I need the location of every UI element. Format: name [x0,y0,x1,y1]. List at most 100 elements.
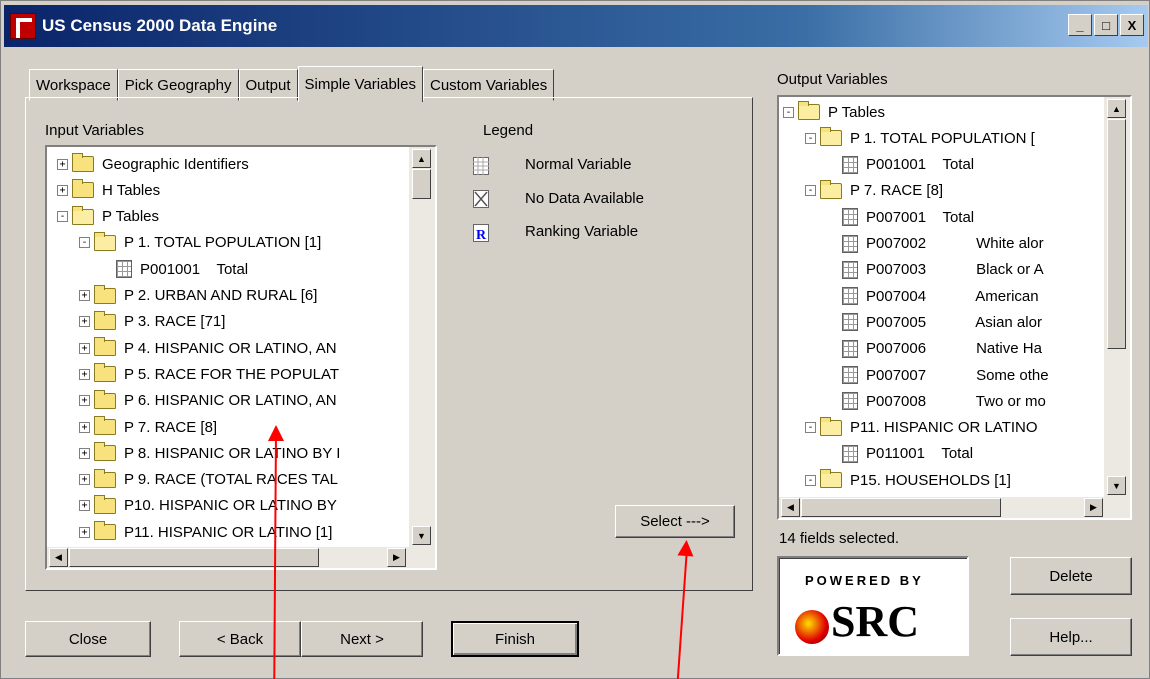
select-button[interactable]: Select ---> [615,505,735,538]
output-variables-tree[interactable]: -P Tables - P 1. TOTAL POPULATION [P001001… [777,95,1132,520]
tree-node-label: P 3. RACE [71] [124,313,226,331]
tree-node[interactable]: - P 7. RACE [8] [805,178,943,204]
tree-node[interactable]: + P 2. URBAN AND RURAL [6] [79,283,317,309]
tree-node[interactable]: P007006 Native Ha [827,336,1042,362]
tree-node[interactable]: P007005 Asian alor [827,309,1042,335]
normal-variable-icon [473,157,489,175]
tree-node[interactable]: - P Tables [783,99,885,125]
tree-node[interactable]: + P 5. RACE FOR THE POPULAT [79,361,339,387]
help-button[interactable]: Help... [1010,618,1132,656]
tree-node[interactable]: - P 1. TOTAL POPULATION [1] [79,230,321,256]
scroll-right-icon[interactable]: ▶ [387,548,406,567]
tree-node[interactable]: + P 3. RACE [71] [79,309,225,335]
ranking-variable-icon: R [473,224,489,242]
expand-icon[interactable]: + [79,526,90,538]
maximize-button[interactable]: □ [1094,14,1118,36]
tree-node[interactable]: + H Tables [57,177,160,203]
tree-node-label: P15. HOUSEHOLDS [1] [850,471,1011,489]
scroll-up-icon[interactable]: ▲ [1107,99,1126,118]
tree-node-label: P007002 White alor [866,235,1044,252]
tree-node[interactable]: P007008 Two or mo [827,388,1046,414]
svg-text:R: R [476,228,487,242]
finish-button[interactable]: Finish [451,621,579,657]
tree-node-label: P Tables [828,103,885,121]
tree-node-label: P 1. TOTAL POPULATION [ [850,129,1035,147]
legend-normal-label: Normal Variable [525,156,632,173]
tree-node[interactable]: + P 9. RACE (TOTAL RACES TAL [79,467,338,493]
tree-node[interactable]: P011001 Total [827,441,973,467]
collapse-icon[interactable]: - [783,106,794,118]
h-scroll-thumb[interactable] [69,548,319,567]
expand-icon[interactable]: + [79,290,90,301]
collapse-icon[interactable]: - [805,474,816,486]
collapse-icon[interactable]: - [805,132,816,144]
scroll-thumb[interactable] [1107,119,1126,349]
tree-node[interactable]: - P15. HOUSEHOLDS [1] [805,467,1011,493]
back-button[interactable]: < Back [179,621,301,657]
tree-node[interactable]: P001001 Total [101,256,248,282]
output-vertical-scrollbar[interactable]: ▲ ▼ [1104,97,1130,497]
collapse-icon[interactable]: - [79,237,90,249]
tree-node[interactable]: + P11. HISPANIC OR LATINO [1] [79,519,332,545]
expand-icon[interactable]: + [79,421,90,433]
expand-icon[interactable]: + [79,342,90,354]
arrowhead-icon [677,539,695,557]
scroll-left-icon[interactable]: ◀ [49,548,68,567]
close-window-button[interactable]: X [1120,14,1144,36]
tree-node[interactable]: + Geographic Identifiers [57,151,249,177]
tree-node-label: P007005 Asian alor [866,313,1042,331]
close-button[interactable]: Close [25,621,151,657]
tree-node[interactable]: + P10. HISPANIC OR LATINO BY [79,493,337,519]
app-icon [10,13,36,39]
scroll-up-icon[interactable]: ▲ [412,149,431,168]
powered-by-text: POWERED BY [805,573,924,588]
input-vertical-scrollbar[interactable]: ▲ ▼ [409,147,435,547]
scroll-thumb[interactable] [412,169,431,199]
output-horizontal-scrollbar[interactable]: ◀ ▶ [779,497,1130,518]
tree-node[interactable]: - P 1. TOTAL POPULATION [ [805,125,1035,151]
collapse-icon[interactable]: - [805,185,816,197]
expand-icon[interactable]: + [57,184,68,196]
src-brand-text: SRC [831,597,920,646]
tree-node[interactable]: P007001 Total [827,204,974,230]
scroll-left-icon[interactable]: ◀ [781,498,800,517]
expand-icon[interactable]: + [79,316,90,328]
delete-button[interactable]: Delete [1010,557,1132,595]
expand-icon[interactable]: + [79,447,90,459]
tree-node-label: P011001 Total [866,445,974,463]
tree-node-label: P007001 Total [866,208,975,226]
minimize-button[interactable]: _ [1068,14,1092,36]
collapse-icon[interactable]: - [57,211,68,223]
expand-icon[interactable]: + [79,368,90,380]
tree-node[interactable]: - P11. HISPANIC OR LATINO [805,415,1038,441]
tree-node[interactable]: P007003 Black or A [827,257,1044,283]
next-button[interactable]: Next > [301,621,423,657]
scroll-down-icon[interactable]: ▼ [412,526,431,545]
scroll-right-icon[interactable]: ▶ [1084,498,1103,517]
collapse-icon[interactable]: - [805,422,816,434]
tree-node[interactable]: + P 6. HISPANIC OR LATINO, AN [79,388,337,414]
tree-node[interactable]: P001001 Total [827,152,974,178]
tree-node[interactable]: P007007 Some othe [827,362,1049,388]
expand-icon[interactable]: + [79,474,90,486]
legend-no-data-label: No Data Available [525,190,644,207]
tree-node[interactable]: + P 7. RACE [8] [79,414,217,440]
variable-icon [842,444,858,463]
tab-simple-variables[interactable]: Simple Variables [297,66,423,102]
title-bar[interactable]: US Census 2000 Data Engine _ □ X [4,5,1148,47]
tree-node[interactable]: + P 8. HISPANIC OR LATINO BY I [79,440,340,466]
tree-node-label: P10. HISPANIC OR LATINO BY [124,497,337,515]
tree-node-label: P11. HISPANIC OR LATINO [850,419,1038,437]
scroll-down-icon[interactable]: ▼ [1107,476,1126,495]
tree-node-label: P001001 Total [866,156,975,174]
input-horizontal-scrollbar[interactable]: ◀ ▶ [47,547,435,568]
input-variables-tree[interactable]: + Geographic Identifiers + H Tables - P Table… [45,145,437,570]
tree-node[interactable]: P007004 American [827,283,1039,309]
tree-node[interactable]: P007002 White alor [827,231,1044,257]
h-scroll-thumb[interactable] [801,498,1001,517]
expand-icon[interactable]: + [79,500,90,512]
tree-node[interactable]: + P 4. HISPANIC OR LATINO, AN [79,335,337,361]
expand-icon[interactable]: + [57,158,68,170]
tree-node[interactable]: - P Tables [57,204,159,230]
expand-icon[interactable]: + [79,395,90,407]
